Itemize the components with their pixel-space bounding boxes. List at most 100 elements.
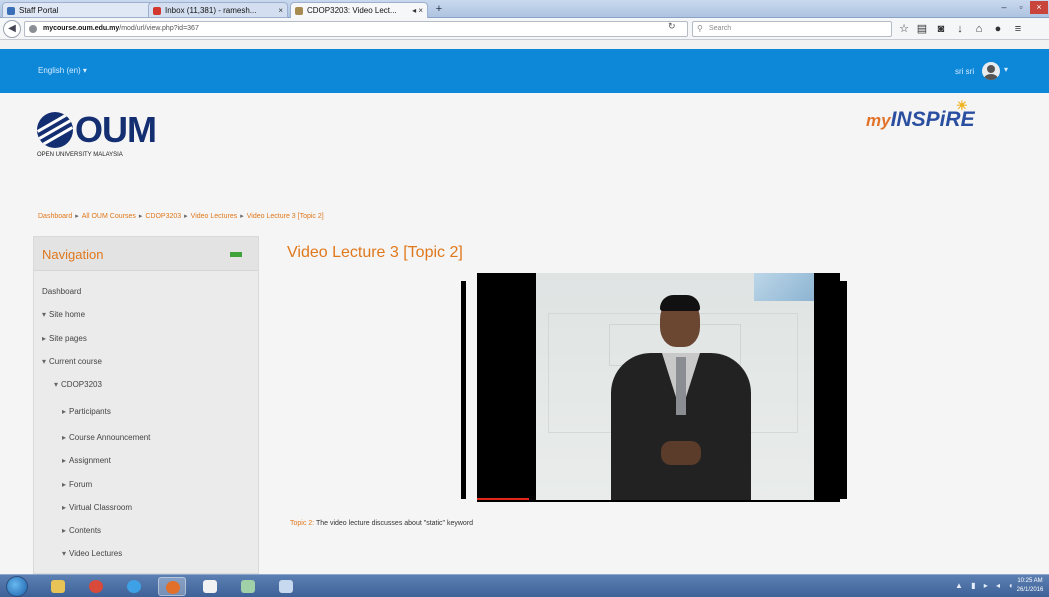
mail-favicon-icon <box>153 7 161 15</box>
browser-search-input[interactable]: ⚲ Search <box>692 21 892 37</box>
site-header-bar: English (en) ▾ sri sri ▾ <box>0 49 1049 93</box>
chrome-taskbar-icon[interactable] <box>82 577 110 596</box>
bookmarks-list-icon[interactable]: ▤ <box>915 22 929 36</box>
video-description: Topic 2: The video lecture discusses abo… <box>290 520 473 527</box>
nav-item-label: Current course <box>49 357 102 366</box>
nav-item-site-pages[interactable]: ▸ Site pages <box>42 334 87 343</box>
system-tray-icons[interactable]: ▲ ▮ ▸ ◂ ◖ <box>955 581 1016 590</box>
maximize-window-icon[interactable]: ▫ <box>1013 1 1029 14</box>
browser-tab-strip: Staff Portal Inbox (11,381) - ramesh... … <box>0 0 1049 18</box>
tab-video-lecture[interactable]: CDOP3203: Video Lect... ◂ × <box>290 2 428 18</box>
nav-item-label: Virtual Classroom <box>69 503 132 512</box>
navigation-block: Navigation Dashboard ▾ Site home ▸ Site pa… <box>33 236 259 574</box>
breadcrumb-link[interactable]: Dashboard <box>38 213 72 220</box>
language-menu[interactable]: English (en) ▾ <box>38 66 87 75</box>
nav-item-cdop3203[interactable]: ▾ CDOP3203 <box>54 380 102 389</box>
video-frame-edge <box>840 281 847 499</box>
search-placeholder: Search <box>709 25 732 32</box>
breadcrumb-separator: ▸ <box>184 213 188 220</box>
navigation-title: Navigation <box>42 247 104 262</box>
breadcrumb: Dashboard ▸ All OUM Courses ▸ CDOP3203 ▸ Video… <box>38 212 324 220</box>
video-corner-logo <box>754 273 814 301</box>
breadcrumb-link[interactable]: Video Lectures <box>191 213 238 220</box>
dock-block-icon[interactable] <box>230 252 242 257</box>
tab-label: Inbox (11,381) - ramesh... <box>165 6 257 15</box>
close-window-icon[interactable]: × <box>1030 1 1048 14</box>
download-icon[interactable]: ↓ <box>953 22 967 36</box>
nav-item-label: Site home <box>49 310 86 319</box>
user-name[interactable]: sri sri <box>955 67 974 76</box>
bookmark-star-icon[interactable]: ☆ <box>897 22 911 36</box>
home-icon[interactable]: ⌂ <box>972 22 986 36</box>
app-taskbar-icon[interactable] <box>196 577 224 596</box>
collapsed-caret-icon: ▸ <box>42 334 47 343</box>
breadcrumb-separator: ▸ <box>240 213 244 220</box>
expanded-caret-icon: ▾ <box>62 549 67 558</box>
taskbar-clock[interactable]: 10:25 AM 26/1/2016 <box>1013 577 1047 595</box>
nav-item-course-announcement[interactable]: ▸ Course Announcement <box>62 433 150 442</box>
collapsed-caret-icon: ▸ <box>62 503 67 512</box>
tab-label: Staff Portal <box>19 6 59 15</box>
url-bar[interactable]: mycourse.oum.edu.my/mod/url/view.php?id=… <box>24 21 688 37</box>
tab-label: CDOP3203: Video Lect... <box>307 6 397 15</box>
menu-icon[interactable]: ≡ <box>1011 22 1025 36</box>
video-canvas[interactable] <box>477 273 840 502</box>
app-taskbar-icon[interactable] <box>234 577 262 596</box>
nav-item-label: Participants <box>69 407 111 416</box>
nav-item-video-lectures[interactable]: ▾ Video Lectures <box>62 549 122 558</box>
start-button[interactable] <box>6 576 28 597</box>
description-text: The video lecture discusses about "stati… <box>315 520 474 527</box>
video-frame-edge <box>461 281 466 499</box>
presenter-figure <box>606 291 756 500</box>
video-progress-bar[interactable] <box>477 498 529 500</box>
breadcrumb-current[interactable]: Video Lecture 3 [Topic 2] <box>247 213 324 220</box>
nav-item-forum[interactable]: ▸ Forum <box>62 480 92 489</box>
myinspire-logo[interactable]: ☀ myINSPiRE <box>866 98 975 132</box>
tab-inbox[interactable]: Inbox (11,381) - ramesh... × <box>148 2 288 18</box>
nav-item-label: Dashboard <box>42 287 82 296</box>
nav-item-participants[interactable]: ▸ Participants <box>62 407 111 416</box>
paint-taskbar-icon[interactable] <box>272 577 300 596</box>
nav-item-dashboard[interactable]: Dashboard <box>42 287 81 296</box>
reload-icon[interactable]: ↻ <box>668 21 676 32</box>
close-tab-icon[interactable]: × <box>278 3 283 17</box>
nav-item-label: Contents <box>69 526 102 535</box>
close-tab-icon[interactable]: ◂ × <box>412 3 423 18</box>
logo-text: OUM <box>75 109 157 150</box>
collapsed-caret-icon: ▸ <box>62 526 67 535</box>
breadcrumb-link[interactable]: CDOP3203 <box>145 213 181 220</box>
addon-icon[interactable]: ● <box>991 22 1005 36</box>
nav-item-label: Video Lectures <box>69 549 123 558</box>
user-menu-caret-icon[interactable]: ▾ <box>1004 65 1008 74</box>
clock-date: 26/1/2016 <box>1016 587 1044 593</box>
nav-item-virtual-classroom[interactable]: ▸ Virtual Classroom <box>62 503 132 512</box>
back-arrow-icon[interactable]: ◀ <box>3 20 21 38</box>
brand-my: my <box>866 111 891 130</box>
course-favicon-icon <box>295 7 303 15</box>
firefox-taskbar-icon[interactable] <box>158 577 186 596</box>
expanded-caret-icon: ▾ <box>42 357 47 366</box>
search-icon: ⚲ <box>697 24 703 33</box>
breadcrumb-link[interactable]: All OUM Courses <box>82 213 136 220</box>
nav-item-label: Site pages <box>49 334 87 343</box>
clock-time: 10:25 AM <box>1017 578 1043 584</box>
browser-toolbar: ◀ mycourse.oum.edu.my/mod/url/view.php?i… <box>0 18 1049 40</box>
nav-item-contents[interactable]: ▸ Contents <box>62 526 101 535</box>
url-host: mycourse.oum.edu.my <box>43 25 120 32</box>
topic-link[interactable]: Topic 2: <box>290 520 314 527</box>
ie-taskbar-icon[interactable] <box>120 577 148 596</box>
site-info-icon[interactable] <box>29 25 37 33</box>
new-tab-button[interactable]: + <box>432 3 446 16</box>
expanded-caret-icon: ▾ <box>54 380 59 389</box>
nav-item-current-course[interactable]: ▾ Current course <box>42 357 102 366</box>
minimize-window-icon[interactable]: – <box>996 1 1012 14</box>
explorer-taskbar-icon[interactable] <box>44 577 72 596</box>
user-avatar[interactable] <box>982 62 1000 80</box>
windows-taskbar: ▲ ▮ ▸ ◂ ◖ 10:25 AM 26/1/2016 <box>0 574 1049 597</box>
nav-item-site-home[interactable]: ▾ Site home <box>42 310 85 319</box>
nav-item-assignment[interactable]: ▸ Assignment <box>62 456 111 465</box>
collapsed-caret-icon: ▸ <box>62 480 67 489</box>
oum-globe-icon <box>37 112 73 148</box>
pocket-icon[interactable]: ◙ <box>934 22 948 36</box>
video-player[interactable] <box>461 273 849 502</box>
